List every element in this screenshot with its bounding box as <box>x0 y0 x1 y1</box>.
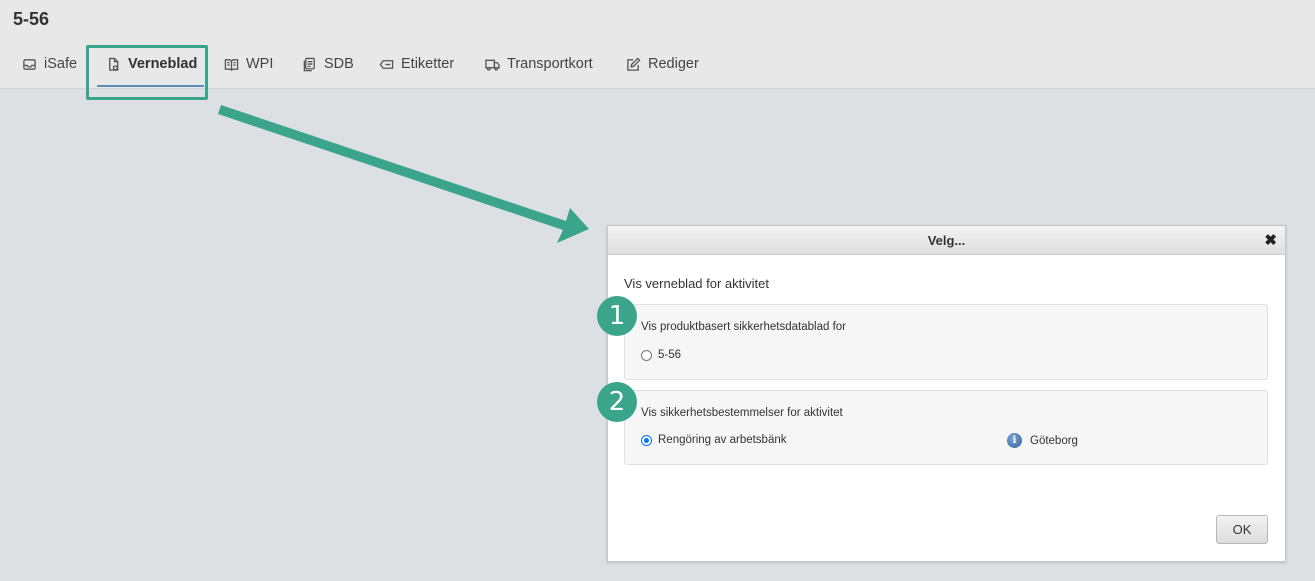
activity-regulations-section: Vis sikkerhetsbestemmelser for aktivitet… <box>624 390 1268 465</box>
dialog-title: Velg... <box>927 233 966 248</box>
radio-option-activity[interactable]: Rengöring av arbetsbänk <box>641 434 787 446</box>
location-info: i Göteborg <box>1007 433 1078 448</box>
dialog-heading: Vis verneblad for aktivitet <box>624 276 769 291</box>
section-label: Vis sikkerhetsbestemmelser for aktivitet <box>641 407 843 419</box>
info-icon[interactable]: i <box>1007 433 1022 448</box>
ok-button[interactable]: OK <box>1216 515 1268 544</box>
radio-button[interactable] <box>641 349 652 361</box>
radio-label: Rengöring av arbetsbänk <box>658 434 787 446</box>
select-dialog: Velg... ✖ Vis verneblad for aktivitet Vi… <box>607 225 1286 562</box>
annotation-badge-1: 1 <box>597 296 637 336</box>
radio-button[interactable] <box>641 434 652 446</box>
close-icon[interactable]: ✖ <box>1264 231 1277 249</box>
radio-label: 5-56 <box>658 349 682 361</box>
radio-option-product[interactable]: 5-56 <box>641 349 681 361</box>
product-sds-section: Vis produktbasert sikkerhetsdatablad for… <box>624 304 1268 380</box>
location-label: Göteborg <box>1030 434 1078 447</box>
annotation-badge-2: 2 <box>597 382 637 422</box>
dialog-titlebar: Velg... ✖ <box>608 226 1285 255</box>
section-label: Vis produktbasert sikkerhetsdatablad for <box>641 321 846 333</box>
